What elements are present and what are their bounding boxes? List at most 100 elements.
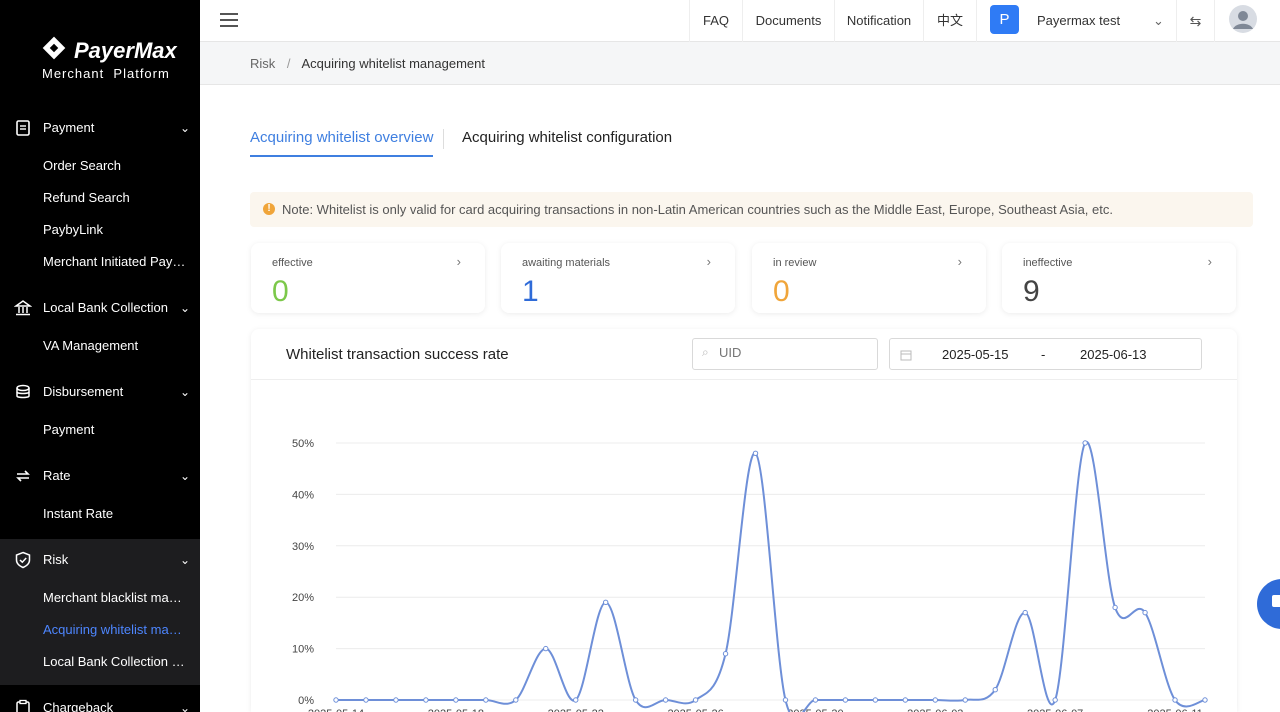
stat-value: 1 (522, 275, 539, 308)
nav-item-paybylink[interactable]: PaybyLink (43, 222, 188, 237)
data-point (333, 697, 339, 703)
x-tick-label: 2025-06-07 (1027, 708, 1083, 712)
swap-icon[interactable]: ⇆ (1176, 0, 1214, 42)
nav-group-label: Rate (43, 468, 71, 483)
user-avatar-icon (1229, 5, 1257, 33)
nav-group-rate[interactable]: Rate ⌄ (0, 454, 200, 498)
date-start[interactable]: 2025-05-15 (942, 347, 1009, 362)
nav-group-label: Local Bank Collection (43, 300, 169, 315)
nav-group-risk[interactable]: Risk ⌄ (0, 538, 200, 582)
nav-group-local-bank[interactable]: Local Bank Collection ⌄ (0, 286, 200, 330)
data-point (1202, 697, 1208, 703)
stat-label: awaiting materials (522, 257, 611, 269)
language-switch[interactable]: 中文 (923, 0, 976, 42)
nav-item-local-bank-collection-list[interactable]: Local Bank Collection List (43, 654, 188, 669)
data-point (453, 697, 459, 703)
brand-sub: Merchant Platform (42, 66, 170, 81)
nav-group-label: Disbursement (43, 384, 124, 399)
tab-overview[interactable]: Acquiring whitelist overview (250, 129, 434, 157)
data-point (423, 697, 429, 703)
payermax-logo-icon (42, 36, 66, 60)
nav-group-chargeback[interactable]: Chargeback ⌄ (0, 686, 200, 712)
avatar: P (990, 5, 1019, 34)
data-point (1022, 609, 1028, 616)
x-tick-label: 2025-05-26 (667, 708, 723, 712)
y-tick-label: 30% (292, 541, 314, 553)
info-icon: ! (263, 203, 275, 215)
x-tick-label: 2025-05-30 (787, 708, 843, 712)
stat-label: ineffective (1023, 257, 1073, 269)
data-point (1082, 440, 1088, 446)
nav-item-va-management[interactable]: VA Management (43, 338, 188, 353)
data-point (363, 697, 369, 703)
nav-group-payment[interactable]: Payment ⌄ (0, 106, 200, 150)
nav-item-disbursement-payment[interactable]: Payment (43, 422, 188, 437)
nav-item-acquiring-whitelist[interactable]: Acquiring whitelist management (43, 622, 188, 637)
data-point (602, 599, 609, 606)
stat-value: 0 (272, 275, 289, 308)
nav-item-refund-search[interactable]: Refund Search (43, 190, 188, 205)
chevron-right-icon: › (706, 254, 711, 269)
documents-link[interactable]: Documents (742, 0, 834, 42)
x-tick-label: 2025-05-22 (548, 708, 604, 712)
data-point (842, 697, 849, 703)
nav-item-order-search[interactable]: Order Search (43, 158, 188, 173)
data-point (782, 697, 789, 703)
nav-item-merchant-initiated[interactable]: Merchant Initiated Payment (43, 254, 188, 269)
x-tick-label: 2025-05-18 (428, 708, 484, 712)
date-range-picker[interactable]: 2025-05-15 - 2025-06-13 (889, 338, 1202, 370)
uid-input[interactable]: ⌕ (692, 338, 878, 370)
data-point (662, 697, 669, 703)
breadcrumb-root[interactable]: Risk (250, 56, 275, 71)
stat-value: 9 (1023, 275, 1040, 308)
stat-label: effective (272, 257, 313, 269)
data-point (722, 651, 729, 657)
stat-card-awaiting-materials[interactable]: awaiting materials 1 › (501, 243, 735, 313)
calendar-icon (900, 350, 912, 361)
nav-group-disbursement[interactable]: Disbursement ⌄ (0, 370, 200, 414)
nav-group-label: Chargeback (43, 700, 114, 712)
brand-name: PayerMax (74, 38, 177, 63)
data-point (812, 697, 819, 703)
data-point (543, 645, 549, 652)
data-point (513, 697, 519, 703)
note-text: Note: Whitelist is only valid for card a… (282, 202, 1113, 217)
stat-card-ineffective[interactable]: ineffective 9 › (1002, 243, 1236, 313)
chevron-down-icon: ⌄ (179, 301, 190, 315)
search-icon: ⌕ (702, 345, 709, 359)
x-tick-label: 2025-06-11 (1147, 708, 1202, 712)
chevron-down-icon: ⌄ (179, 385, 190, 399)
date-end[interactable]: 2025-06-13 (1080, 347, 1147, 362)
y-tick-label: 40% (292, 489, 314, 501)
breadcrumb: Risk / Acquiring whitelist management (200, 42, 1280, 85)
account-name: Payermax test (1037, 13, 1121, 28)
stat-label: in review (773, 257, 817, 269)
y-tick-label: 20% (292, 592, 314, 604)
notification-link[interactable]: Notification (834, 0, 923, 42)
data-point (962, 697, 968, 703)
sidebar: PayerMax Merchant Platform Payment ⌄ Ord… (0, 0, 200, 712)
data-point (692, 697, 699, 703)
user-menu[interactable] (1214, 0, 1280, 42)
chevron-right-icon: › (957, 254, 962, 269)
menu-toggle-icon[interactable] (220, 12, 238, 28)
y-tick-label: 0% (298, 695, 314, 707)
y-tick-label: 50% (292, 438, 314, 450)
clipboard-icon (16, 699, 30, 712)
tab-configuration[interactable]: Acquiring whitelist configuration (462, 129, 672, 146)
account-switcher[interactable]: P Payermax test ⌄ (976, 0, 1176, 42)
chevron-down-icon: ⌄ (179, 469, 190, 483)
series-line (335, 441, 1206, 712)
document-icon (16, 120, 30, 136)
nav-item-merchant-blacklist[interactable]: Merchant blacklist management (43, 590, 188, 605)
stat-card-effective[interactable]: effective 0 › (251, 243, 485, 313)
chevron-right-icon: › (1207, 254, 1212, 269)
breadcrumb-separator: / (286, 56, 291, 71)
stat-card-in-review[interactable]: in review 0 › (752, 243, 986, 313)
chat-icon (1272, 595, 1280, 607)
uid-field[interactable] (719, 345, 869, 360)
nav-item-instant-rate[interactable]: Instant Rate (43, 506, 188, 521)
data-point (1172, 697, 1178, 703)
success-rate-chart: 0% 10% 20% 30% 40% 50% 2025-05-14 2025-05-18 202… (292, 438, 1208, 712)
faq-link[interactable]: FAQ (689, 0, 742, 42)
